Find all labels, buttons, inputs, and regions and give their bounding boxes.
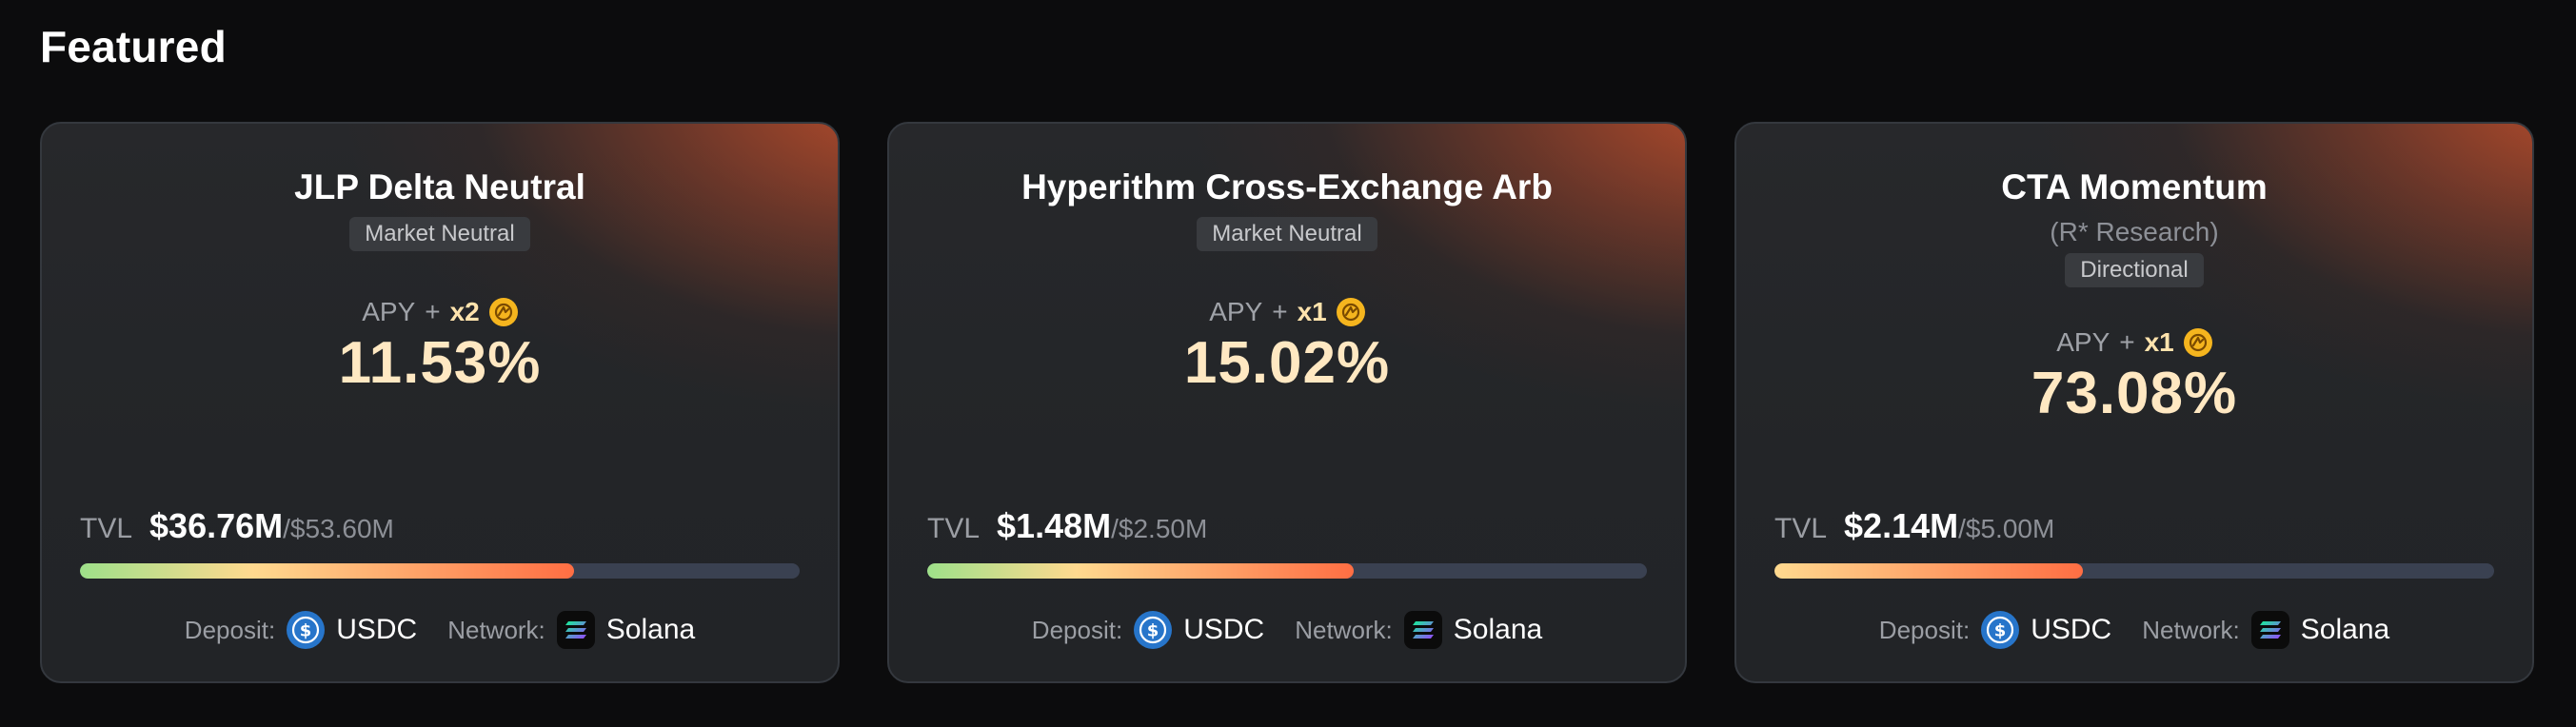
deposit-asset: USDC xyxy=(336,614,418,645)
deposit-asset: USDC xyxy=(2031,614,2112,645)
vault-card-hyperithm-arb[interactable]: Hyperithm Cross-Exchange Arb Market Neut… xyxy=(887,122,1687,683)
apy-label: APY xyxy=(2056,327,2110,357)
tvl-label: TVL xyxy=(1774,513,1828,544)
deposit-info: Deposit: $ USDC xyxy=(1032,611,1264,649)
tvl-cap: /$53.60M xyxy=(283,514,394,543)
deposit-info: Deposit: $ USDC xyxy=(1879,611,2111,649)
solana-icon xyxy=(1403,611,1442,649)
apy-label: APY xyxy=(1209,297,1263,326)
strategy-tag: Directional xyxy=(2065,253,2204,287)
featured-cards: JLP Delta Neutral Market Neutral APY + x… xyxy=(40,122,2534,683)
tvl-progress-bar xyxy=(80,563,800,579)
deposit-asset: USDC xyxy=(1183,614,1265,645)
strategy-tag: Market Neutral xyxy=(1197,217,1377,251)
reward-multiplier: x2 xyxy=(449,297,480,326)
tvl-value: $36.76M xyxy=(149,506,284,545)
card-subtitle: (R* Research) xyxy=(2050,217,2219,246)
solana-icon xyxy=(556,611,595,649)
tvl-progress-fill xyxy=(1774,563,2083,579)
plus-sign: + xyxy=(425,297,441,326)
tvl-progress-bar xyxy=(1774,563,2494,579)
card-footer: Deposit: $ USDC Network: Solana xyxy=(889,611,1685,649)
svg-text:$: $ xyxy=(1147,621,1159,641)
network-label: Network: xyxy=(447,615,545,644)
tvl-value: $1.48M xyxy=(997,506,1112,545)
network-label: Network: xyxy=(1295,615,1393,644)
tvl-progress-bar xyxy=(927,563,1647,579)
reward-multiplier: x1 xyxy=(2144,327,2174,357)
apy-row: APY + x1 xyxy=(1209,297,1365,327)
card-footer: Deposit: $ USDC Network: Solana xyxy=(1736,611,2532,649)
tvl-row: TVL $1.48M /$2.50M xyxy=(927,506,1207,546)
card-title: CTA Momentum xyxy=(2001,167,2268,206)
tvl-progress-fill xyxy=(927,563,1354,579)
reward-coin-icon xyxy=(488,298,518,326)
tvl-value: $2.14M xyxy=(1844,506,1959,545)
reward-multiplier: x1 xyxy=(1297,297,1327,326)
network-label: Network: xyxy=(2142,615,2240,644)
deposit-label: Deposit: xyxy=(184,615,276,644)
svg-text:$: $ xyxy=(300,621,312,641)
usdc-icon: $ xyxy=(287,611,326,649)
usdc-icon: $ xyxy=(1134,611,1173,649)
tvl-progress-fill xyxy=(80,563,574,579)
usdc-icon: $ xyxy=(1981,611,2020,649)
solana-icon xyxy=(2250,611,2289,649)
plus-sign: + xyxy=(1272,297,1288,326)
tvl-label: TVL xyxy=(927,513,981,544)
network-info: Network: Solana xyxy=(447,611,695,649)
card-title: Hyperithm Cross-Exchange Arb xyxy=(1021,167,1553,206)
strategy-tag: Market Neutral xyxy=(349,217,530,251)
network-name: Solana xyxy=(2300,614,2390,645)
apy-label: APY xyxy=(362,297,416,326)
vault-card-cta-momentum[interactable]: CTA Momentum (R* Research) Directional A… xyxy=(1734,122,2534,683)
tvl-row: TVL $2.14M /$5.00M xyxy=(1774,506,2054,546)
network-name: Solana xyxy=(1453,614,1543,645)
network-info: Network: Solana xyxy=(2142,611,2389,649)
vault-card-jlp-delta-neutral[interactable]: JLP Delta Neutral Market Neutral APY + x… xyxy=(40,122,840,683)
section-title: Featured xyxy=(40,22,227,71)
apy-value: 15.02% xyxy=(1183,330,1391,396)
reward-coin-icon xyxy=(2183,328,2212,357)
apy-row: APY + x1 xyxy=(2056,327,2212,358)
svg-text:$: $ xyxy=(1994,621,2007,641)
apy-value: 73.08% xyxy=(2031,361,2238,426)
apy-value: 11.53% xyxy=(338,330,542,396)
plus-sign: + xyxy=(2119,327,2135,357)
network-name: Solana xyxy=(605,614,696,645)
tvl-row: TVL $36.76M /$53.60M xyxy=(80,506,394,546)
card-title: JLP Delta Neutral xyxy=(294,167,585,206)
tvl-cap: /$5.00M xyxy=(1958,514,2055,543)
reward-coin-icon xyxy=(1336,298,1365,326)
deposit-info: Deposit: $ USDC xyxy=(185,611,417,649)
tvl-label: TVL xyxy=(80,513,133,544)
apy-row: APY + x2 xyxy=(362,297,518,327)
deposit-label: Deposit: xyxy=(1878,615,1971,644)
card-footer: Deposit: $ USDC Network: Solana xyxy=(42,611,838,649)
tvl-cap: /$2.50M xyxy=(1111,514,1208,543)
network-info: Network: Solana xyxy=(1295,611,1542,649)
deposit-label: Deposit: xyxy=(1031,615,1123,644)
